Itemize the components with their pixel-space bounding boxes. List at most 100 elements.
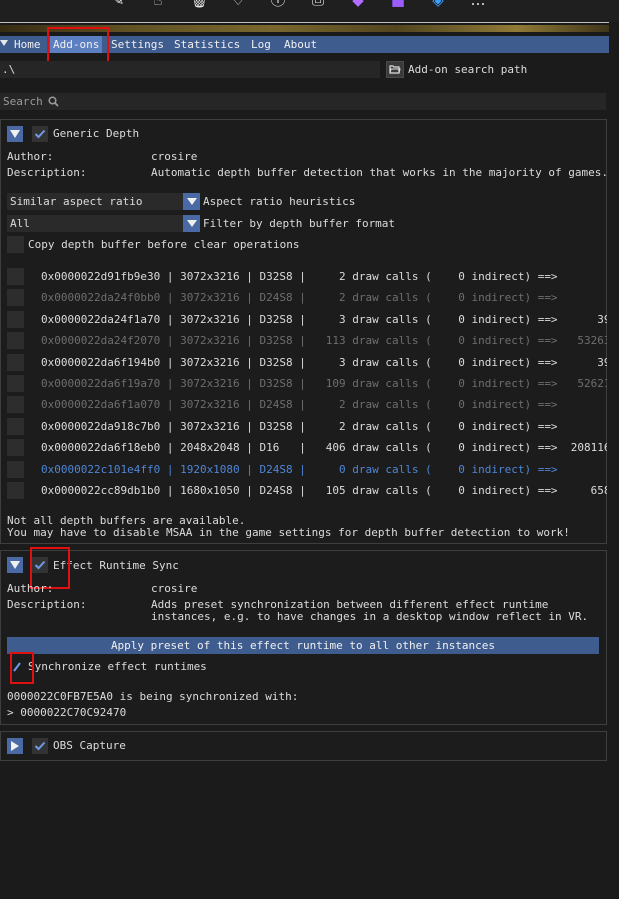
aspect-ratio-combo[interactable]: Similar aspect ratio (7, 193, 200, 210)
tab-log[interactable]: Log (248, 36, 274, 53)
addon-search-path-label: Add-on search path (408, 63, 528, 76)
depth-buffer-checkbox[interactable] (7, 289, 24, 307)
sync-status-line-2: > 0000022C70C92470 (7, 706, 127, 719)
obs-capture-enable-checkbox[interactable] (32, 738, 48, 754)
copy-depth-label: Copy depth buffer before clear operation… (28, 238, 300, 251)
addon-search-path-button[interactable]: Add-on search path (386, 60, 608, 79)
effect-sync-author-label: Author: (7, 582, 54, 595)
checkmark-icon (34, 129, 46, 139)
author-label: Author: (7, 150, 54, 163)
depth-buffer-row: 0x0000022da6f194b0 | 3072x3216 | D32S8 |… (0, 353, 607, 373)
top-toolbar: ✎ ☝ 🗑 ♡ ⓘ ⎙ ◆ ■ ◈ … (0, 0, 619, 22)
window-edge (609, 22, 619, 899)
depth-buffer-info: 0x0000022d91fb9e30 | 3072x3216 | D32S8 |… (41, 270, 607, 283)
checkmark-icon (34, 741, 46, 751)
obs-capture-expander[interactable] (7, 738, 23, 754)
depth-buffer-checkbox[interactable] (7, 439, 24, 457)
depth-format-combo[interactable]: All (7, 215, 200, 232)
tab-home[interactable]: Home (11, 36, 44, 53)
depth-buffer-row: 0x0000022d91fb9e30 | 3072x3216 | D32S8 |… (0, 267, 607, 287)
depth-buffer-info: 0x0000022da6f18eb0 | 2048x2048 | D16 | 4… (41, 441, 607, 455)
collapsed-arrow-icon (11, 741, 19, 751)
dropdown-arrow-icon[interactable] (183, 193, 200, 210)
depth-buffer-info: 0x0000022da6f1a070 | 3072x3216 | D24S8 |… (41, 398, 607, 412)
folder-icon[interactable] (386, 61, 404, 78)
depth-buffer-row: 0x0000022c101e4ff0 | 1920x1080 | D24S8 |… (0, 460, 607, 480)
depth-buffer-row: 0x0000022da918c7b0 | 3072x3216 | D32S8 |… (0, 417, 607, 437)
depth-format-combo-label: Filter by depth buffer format (203, 217, 396, 230)
addon-path-input[interactable]: .\ (0, 61, 380, 78)
depth-buffer-checkbox[interactable] (7, 310, 24, 328)
generic-depth-enable-checkbox[interactable] (32, 126, 48, 142)
edit-icon[interactable]: ✎ (110, 0, 126, 8)
description-value: Automatic depth buffer detection that wo… (151, 166, 608, 179)
depth-buffer-info: 0x0000022c101e4ff0 | 1920x1080 | D24S8 |… (41, 462, 607, 476)
app-icon[interactable]: ■ (390, 0, 406, 8)
depth-buffer-row: 0x0000022cc89db1b0 | 1680x1050 | D24S8 |… (0, 481, 607, 501)
effect-sync-description-line-2: instances, e.g. to have changes in a des… (151, 610, 589, 623)
tab-settings[interactable]: Settings (108, 36, 167, 53)
depth-buffer-row: 0x0000022da24f0bb0 | 3072x3216 | D24S8 |… (0, 288, 607, 308)
depth-buffer-row: 0x0000022da24f2070 | 3072x3216 | D32S8 |… (0, 331, 607, 351)
description-label: Description: (7, 166, 87, 179)
depth-buffer-checkbox[interactable] (7, 375, 24, 392)
tab-statistics[interactable]: Statistics (171, 36, 243, 53)
checkmark-icon (34, 560, 46, 570)
game-background-strip (0, 22, 609, 36)
expanded-arrow-icon (10, 130, 20, 138)
depth-buffer-info: 0x0000022da6f194b0 | 3072x3216 | D32S8 |… (41, 355, 607, 369)
depth-buffer-checkbox[interactable] (7, 460, 24, 478)
depth-buffer-checkbox[interactable] (7, 353, 24, 371)
copilot-icon[interactable]: ◆ (350, 0, 366, 8)
share-icon[interactable]: ◈ (430, 0, 446, 8)
search-input[interactable]: Search (0, 93, 606, 110)
sync-status-line-1: 0000022C0FB7E5A0 is being synchronized w… (7, 690, 299, 703)
synchronize-runtimes-checkbox[interactable] (8, 659, 24, 675)
checkmark-icon (13, 662, 21, 672)
depth-buffer-row: 0x0000022da6f1a070 | 3072x3216 | D24S8 |… (0, 395, 607, 415)
depth-format-combo-value: All (10, 217, 30, 230)
heart-icon[interactable]: ♡ (230, 0, 246, 8)
effect-sync-description-label: Description: (7, 598, 87, 611)
depth-note-line-2: You may have to disable MSAA in the game… (7, 526, 570, 539)
depth-buffer-checkbox[interactable] (7, 417, 24, 435)
depth-buffer-row: 0x0000022da6f18eb0 | 2048x2048 | D16 | 4… (0, 438, 607, 458)
more-icon[interactable]: … (470, 0, 486, 8)
obs-capture-title: OBS Capture (53, 739, 126, 752)
effect-sync-enable-checkbox[interactable] (32, 557, 48, 573)
tab-add-ons[interactable]: Add-ons (50, 36, 103, 53)
depth-buffer-info: 0x0000022da6f19a70 | 3072x3216 | D32S8 |… (41, 377, 607, 390)
search-icon (48, 96, 59, 107)
generic-depth-expander[interactable] (7, 126, 23, 142)
generic-depth-title: Generic Depth (53, 127, 140, 140)
aspect-ratio-combo-value: Similar aspect ratio (10, 195, 143, 208)
depth-buffer-checkbox[interactable] (7, 482, 24, 499)
info-icon[interactable]: ⓘ (270, 0, 286, 8)
addon-path-value: .\ (2, 63, 16, 76)
effect-sync-author-value: crosire (151, 582, 198, 595)
menu-bar: Home Add-ons Settings Statistics Log Abo… (0, 36, 609, 53)
effect-sync-expander[interactable] (7, 557, 23, 573)
depth-buffer-info: 0x0000022da24f1a70 | 3072x3216 | D32S8 |… (41, 312, 607, 326)
touch-icon[interactable]: ☝ (150, 0, 166, 8)
depth-buffer-checkbox[interactable] (7, 268, 24, 285)
depth-buffer-info: 0x0000022da918c7b0 | 3072x3216 | D32S8 |… (41, 419, 607, 433)
collapse-arrow-icon[interactable] (0, 40, 8, 46)
apply-preset-button[interactable]: Apply preset of this effect runtime to a… (7, 637, 599, 654)
copy-depth-checkbox[interactable] (7, 236, 24, 253)
author-value: crosire (151, 150, 198, 163)
print-icon[interactable]: ⎙ (310, 0, 326, 8)
depth-buffer-info: 0x0000022da24f0bb0 | 3072x3216 | D24S8 |… (41, 291, 607, 305)
synchronize-runtimes-label: Synchronize effect runtimes (28, 660, 207, 673)
depth-buffer-checkbox[interactable] (7, 396, 24, 414)
depth-buffer-info: 0x0000022cc89db1b0 | 1680x1050 | D24S8 |… (41, 484, 607, 497)
dropdown-arrow-icon[interactable] (183, 215, 200, 232)
trash-icon[interactable]: 🗑 (190, 0, 209, 8)
depth-buffer-row: 0x0000022da6f19a70 | 3072x3216 | D32S8 |… (0, 374, 607, 394)
tab-about[interactable]: About (281, 36, 320, 53)
depth-buffer-info: 0x0000022da24f2070 | 3072x3216 | D32S8 |… (41, 334, 607, 348)
depth-buffer-row: 0x0000022da24f1a70 | 3072x3216 | D32S8 |… (0, 310, 607, 330)
effect-sync-title: Effect Runtime Sync (53, 559, 179, 572)
expanded-arrow-icon (10, 561, 20, 569)
depth-buffer-checkbox[interactable] (7, 332, 24, 350)
